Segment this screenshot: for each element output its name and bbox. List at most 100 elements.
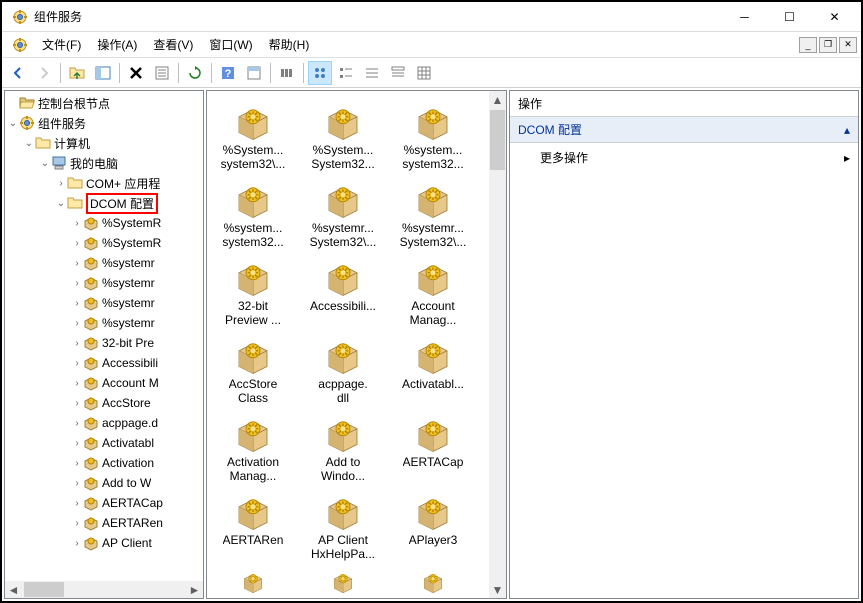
list-item[interactable]: %System...System32... — [301, 99, 385, 173]
maximize-button[interactable]: ☐ — [767, 3, 812, 31]
tree-row[interactable]: ⌄DCOM 配置 — [7, 193, 201, 213]
mdi-close[interactable]: ✕ — [839, 37, 857, 53]
list-item[interactable] — [301, 567, 385, 597]
tree-panel[interactable]: 控制台根节点⌄组件服务⌄计算机⌄我的电脑›COM+ 应用程⌄DCOM 配置›%S… — [4, 90, 204, 599]
actions-section[interactable]: DCOM 配置 ▴ — [510, 117, 858, 143]
view4-button[interactable] — [386, 61, 410, 85]
expand-icon[interactable]: ⌄ — [23, 138, 35, 149]
tree-row[interactable]: ⌄计算机 — [7, 133, 201, 153]
tree-hscrollbar[interactable]: ◄► — [5, 581, 203, 598]
menu-file[interactable]: 文件(F) — [34, 33, 89, 56]
expand-icon[interactable]: ⌄ — [39, 158, 51, 169]
tree-row[interactable]: ›%systemr — [7, 313, 201, 333]
tree-row[interactable]: ›%systemr — [7, 293, 201, 313]
list-item[interactable]: %System...system32\... — [211, 99, 295, 173]
expand-icon[interactable]: › — [71, 238, 83, 249]
tree-row[interactable]: ›AP Client — [7, 533, 201, 553]
tree-row[interactable]: ›acppage.d — [7, 413, 201, 433]
list-item[interactable] — [391, 567, 475, 597]
minimize-button[interactable]: ─ — [722, 3, 767, 31]
list-item[interactable]: %systemr...System32\... — [391, 177, 475, 251]
expand-icon[interactable]: › — [71, 278, 83, 289]
expand-icon[interactable]: › — [71, 438, 83, 449]
list-item[interactable]: 32-bitPreview ... — [211, 255, 295, 329]
list-item[interactable]: AP ClientHxHelpPa... — [301, 489, 385, 563]
actions-more[interactable]: 更多操作 ▸ — [510, 143, 858, 172]
expand-icon[interactable]: › — [71, 518, 83, 529]
up-button[interactable] — [65, 61, 89, 85]
tree-row[interactable]: 控制台根节点 — [7, 93, 201, 113]
list-vscrollbar[interactable]: ▲▼ — [489, 91, 506, 598]
tree-row[interactable]: ⌄组件服务 — [7, 113, 201, 133]
list-item[interactable]: AERTACap — [391, 411, 475, 485]
view2-button[interactable] — [334, 61, 358, 85]
menu-window[interactable]: 窗口(W) — [201, 33, 260, 56]
tree-row[interactable]: › Activation — [7, 453, 201, 473]
view3-button[interactable] — [360, 61, 384, 85]
list-item[interactable]: AccStoreClass — [211, 333, 295, 407]
tree-row[interactable]: ›%systemr — [7, 253, 201, 273]
view5-button[interactable] — [412, 61, 436, 85]
expand-icon[interactable]: › — [71, 298, 83, 309]
list-item[interactable]: Accessibili... — [301, 255, 385, 329]
expand-icon[interactable]: › — [55, 178, 67, 189]
tree-row[interactable]: ›Account M — [7, 373, 201, 393]
tree-row[interactable]: ›32-bit Pre — [7, 333, 201, 353]
list-item[interactable]: AERTARen — [211, 489, 295, 563]
expand-icon[interactable]: ⌄ — [55, 198, 67, 209]
close-button[interactable]: ✕ — [812, 3, 857, 31]
tree-row[interactable]: ›AERTACap — [7, 493, 201, 513]
expand-icon[interactable]: › — [71, 338, 83, 349]
expand-icon[interactable]: › — [71, 218, 83, 229]
mdi-minimize[interactable]: _ — [799, 37, 817, 53]
list-item[interactable]: %system...system32... — [211, 177, 295, 251]
tree-row[interactable]: ›Add to W — [7, 473, 201, 493]
expand-icon[interactable]: › — [71, 398, 83, 409]
expand-icon[interactable]: › — [71, 458, 83, 469]
tree-row[interactable]: ›AERTARen — [7, 513, 201, 533]
tree-row[interactable]: ›%systemr — [7, 273, 201, 293]
list-item[interactable]: ActivationManag... — [211, 411, 295, 485]
expand-icon[interactable]: ⌄ — [7, 118, 19, 129]
list-item[interactable] — [211, 567, 295, 597]
toggle-button[interactable] — [242, 61, 266, 85]
expand-icon[interactable]: › — [71, 258, 83, 269]
properties-button[interactable] — [150, 61, 174, 85]
tree-label: AccStore — [102, 396, 151, 410]
tree-row[interactable]: ›%SystemR — [7, 233, 201, 253]
tree-row[interactable]: › AccStore — [7, 393, 201, 413]
delete-button[interactable] — [124, 61, 148, 85]
list-item[interactable]: %system...system32... — [391, 99, 475, 173]
show-hide-tree-button[interactable] — [91, 61, 115, 85]
list-item[interactable]: %systemr...System32\... — [301, 177, 385, 251]
menu-view[interactable]: 查看(V) — [145, 33, 201, 56]
forward-button[interactable] — [32, 61, 56, 85]
expand-icon[interactable]: › — [71, 498, 83, 509]
tree-label: Activation — [102, 456, 154, 470]
list-item[interactable]: AccountManag... — [391, 255, 475, 329]
tree-row[interactable]: ⌄我的电脑 — [7, 153, 201, 173]
tree-row[interactable]: ›Activatabl — [7, 433, 201, 453]
back-button[interactable] — [6, 61, 30, 85]
tree-row[interactable]: ›COM+ 应用程 — [7, 173, 201, 193]
list-item[interactable]: acppage.dll — [301, 333, 385, 407]
expand-icon[interactable]: › — [71, 358, 83, 369]
expand-icon[interactable]: › — [71, 318, 83, 329]
refresh-button[interactable] — [183, 61, 207, 85]
tree-row[interactable]: ›%SystemR — [7, 213, 201, 233]
menu-help[interactable]: 帮助(H) — [261, 33, 318, 56]
tree-row[interactable]: ›Accessibili — [7, 353, 201, 373]
expand-icon[interactable]: › — [71, 418, 83, 429]
list-panel[interactable]: %System...system32\...%System...System32… — [206, 90, 507, 599]
view-status-button[interactable] — [275, 61, 299, 85]
mdi-restore[interactable]: ❐ — [819, 37, 837, 53]
expand-icon[interactable]: › — [71, 478, 83, 489]
list-item[interactable]: APlayer3 — [391, 489, 475, 563]
list-item[interactable]: Activatabl... — [391, 333, 475, 407]
view1-button[interactable] — [308, 61, 332, 85]
list-item[interactable]: Add toWindo... — [301, 411, 385, 485]
expand-icon[interactable]: › — [71, 538, 83, 549]
menu-action[interactable]: 操作(A) — [89, 33, 145, 56]
expand-icon[interactable]: › — [71, 378, 83, 389]
help-button[interactable]: ? — [216, 61, 240, 85]
